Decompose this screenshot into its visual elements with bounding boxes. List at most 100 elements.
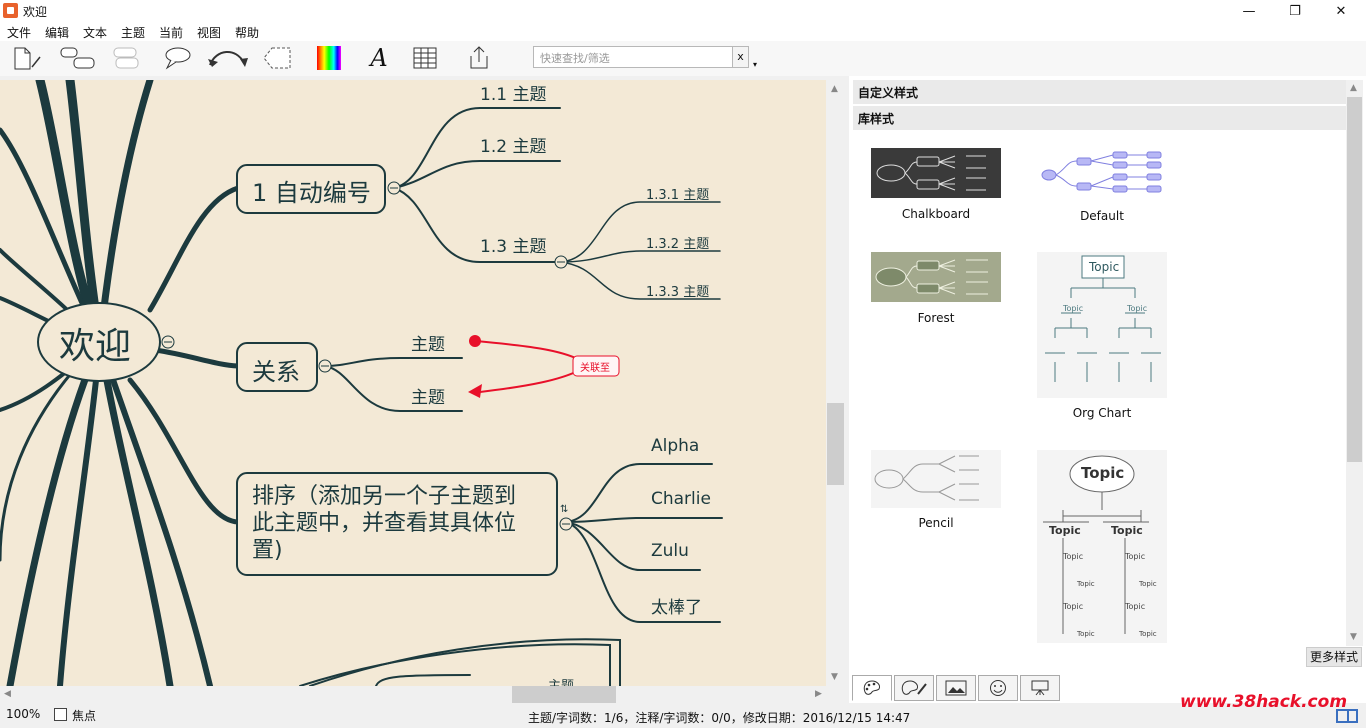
topic-zulu[interactable]: Zulu [651,541,689,561]
focus-checkbox[interactable] [54,708,67,721]
search-dropdown-icon[interactable]: ▾ [753,60,757,69]
mindmap-canvas[interactable]: 欢迎 1 自动编号 1.1 主题 1.2 主题 1.3 主题 1.3.1 主题 … [0,80,826,686]
relation-topic-b[interactable]: 主题 [411,383,445,408]
new-doc-icon[interactable] [12,44,42,72]
tree-subtopic: Topic [1077,630,1095,638]
zoom-level[interactable]: 100% [6,707,40,721]
bottom-topic[interactable]: 主题 [548,675,574,686]
boundary-icon[interactable] [262,44,292,72]
sorting-line-3: 置) [252,538,283,563]
subtopic-icon[interactable] [110,44,146,72]
scroll-right-icon[interactable]: ▶ [815,689,822,699]
panel-scroll-up-icon[interactable]: ▲ [1350,83,1357,93]
tree-topic: Topic [1111,524,1143,537]
menu-file[interactable]: 文件 [7,24,31,41]
table-icon[interactable] [410,44,440,72]
color-icon[interactable] [314,44,344,72]
style-thumb-tree[interactable]: Topic Topic Topic Topic Topic Topic Topi… [1037,450,1167,643]
canvas-horizontal-thumb[interactable] [512,686,616,703]
relation-topic-a[interactable]: 主题 [411,330,445,355]
app-logo-icon [3,3,18,18]
watermark: www.38hack.com [1180,692,1348,712]
tree-subtopic: Topic [1063,602,1084,611]
org-root-topic: Topic [1089,260,1120,274]
topic-1-3[interactable]: 1.3 主题 [480,232,546,257]
toggle-panel-icon[interactable] [1336,709,1358,723]
tree-subtopic: Topic [1063,552,1084,561]
maximize-button[interactable]: ❐ [1272,0,1318,23]
style-name-pencil[interactable]: Pencil [871,516,1001,530]
presentation-tab-icon[interactable] [1020,675,1060,701]
style-thumb-pencil[interactable] [871,450,1001,508]
sorting-line-1: 排序（添加另一个子主题到 [252,484,517,509]
topic-1-1[interactable]: 1.1 主题 [480,80,546,105]
topic-alpha[interactable]: Alpha [651,436,699,456]
scroll-left-icon[interactable]: ◀ [4,689,11,699]
search-clear-button[interactable]: x [732,46,749,68]
menu-text[interactable]: 文本 [83,24,107,41]
image-tab-icon[interactable] [936,675,976,701]
tree-subtopic: Topic [1139,630,1157,638]
canvas-vertical-thumb[interactable] [827,403,844,485]
menu-bar: 文件 编辑 文本 主题 当前 视图 帮助 [0,23,1366,41]
tree-subtopic: Topic [1125,602,1146,611]
tree-subtopic: Topic [1139,580,1157,588]
style-thumb-org-chart[interactable]: Topic Topic Topic [1037,252,1167,398]
org-topic: Topic [1127,304,1148,313]
sorting-line-2: 此主题中，并查看其具体位 [252,511,517,536]
style-name-default[interactable]: Default [1037,209,1167,223]
style-thumb-default[interactable] [1037,148,1167,198]
branch-auto-numbering[interactable]: 1 自动编号 [252,173,371,208]
theme-tab-icon[interactable] [894,675,934,701]
style-name-forest[interactable]: Forest [871,311,1001,325]
topic-1-3-3[interactable]: 1.3.3 主题 [646,281,709,300]
panel-scroll-down-icon[interactable]: ▼ [1350,632,1357,642]
menu-current[interactable]: 当前 [159,24,183,41]
close-button[interactable]: ✕ [1318,0,1364,23]
topic-1-3-1[interactable]: 1.3.1 主题 [646,184,709,203]
canvas-vertical-scrollbar[interactable] [826,80,845,686]
library-styles-header[interactable]: 库样式 [853,106,1346,130]
sort-icon[interactable]: ⇅ [560,504,568,515]
style-name-org-chart[interactable]: Org Chart [1037,406,1167,420]
topic-awesome[interactable]: 太棒了 [651,593,702,618]
branch-relationship[interactable]: 关系 [252,352,300,387]
emoji-tab-icon[interactable] [978,675,1018,701]
search-input[interactable]: 快速查找/筛选 [533,46,733,68]
topic-1-3-2[interactable]: 1.3.2 主题 [646,233,709,252]
style-name-chalkboard[interactable]: Chalkboard [871,207,1001,221]
title-bar: 欢迎 — ❐ ✕ [0,0,1366,23]
custom-styles-header[interactable]: 自定义样式 [853,80,1346,104]
tree-root-topic: Topic [1081,464,1125,482]
relationship-label[interactable]: 关联至 [580,359,610,374]
callout-icon[interactable] [162,44,192,72]
branch-sorting[interactable]: 排序（添加另一个子主题到 此主题中，并查看其具体位 置) [252,483,516,564]
more-styles-button[interactable]: 更多样式 [1306,647,1362,667]
scroll-down-icon[interactable]: ▼ [831,672,838,682]
document-info: 主题/字词数：1/6，注释/字词数：0/0，修改日期：2016/12/15 14… [528,711,911,725]
style-thumb-forest[interactable] [871,252,1001,302]
menu-edit[interactable]: 编辑 [45,24,69,41]
window-title: 欢迎 [23,5,48,19]
export-icon[interactable] [464,44,494,72]
topic-1-2[interactable]: 1.2 主题 [480,132,546,157]
font-icon[interactable]: A [364,44,394,72]
org-topic: Topic [1063,304,1084,313]
relationship-icon[interactable] [206,44,250,72]
topic-charlie[interactable]: Charlie [651,489,711,509]
topic-icon[interactable] [60,44,96,72]
menu-view[interactable]: 视图 [197,24,221,41]
panel-scroll-thumb[interactable] [1347,97,1362,462]
scroll-up-icon[interactable]: ▲ [831,84,838,94]
minimize-button[interactable]: — [1226,0,1272,23]
style-thumb-chalkboard[interactable] [871,148,1001,198]
focus-label: 焦点 [72,709,97,723]
tree-subtopic: Topic [1077,580,1095,588]
menu-topic[interactable]: 主题 [121,24,145,41]
style-tab-icon[interactable] [852,675,892,701]
tree-topic: Topic [1049,524,1081,537]
menu-help[interactable]: 帮助 [235,24,259,41]
tree-subtopic: Topic [1125,552,1146,561]
canvas-horizontal-scrollbar[interactable] [0,686,826,703]
central-topic[interactable]: 欢迎 [59,317,131,369]
